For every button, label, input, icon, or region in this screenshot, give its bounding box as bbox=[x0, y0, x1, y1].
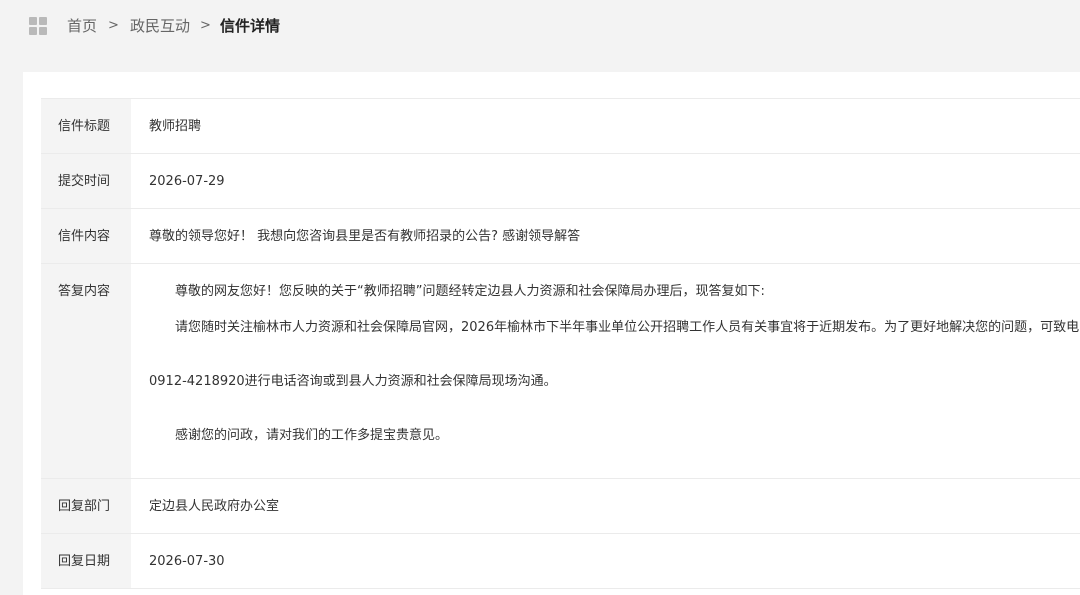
letter-content-value: 尊敬的领导您好！ 我想向您咨询县里是否有教师招录的公告? 感谢领导解答 bbox=[149, 229, 581, 244]
letter-content-row: 信件内容 尊敬的领导您好！ 我想向您咨询县里是否有教师招录的公告? 感谢领导解答 bbox=[41, 209, 1080, 264]
reply-paragraph: 0912-4218920进行电话咨询或到县人力资源和社会保障局现场沟通。 bbox=[149, 374, 557, 389]
letter-title-label: 信件标题 bbox=[41, 99, 131, 153]
breadcrumb-separator: > bbox=[200, 18, 211, 33]
breadcrumb-home-link[interactable]: 首页 bbox=[67, 16, 97, 36]
reply-date-label: 回复日期 bbox=[41, 534, 131, 588]
reply-date-row: 回复日期 2026-07-30 bbox=[41, 534, 1080, 589]
letter-title-value: 教师招聘 bbox=[149, 119, 202, 134]
reply-content-body: 尊敬的网友您好！您反映的关于“教师招聘”问题经转定边县人力资源和社会保障局办理后… bbox=[131, 264, 1079, 478]
reply-paragraph: 尊敬的网友您好！您反映的关于“教师招聘”问题经转定边县人力资源和社会保障局办理后… bbox=[175, 284, 765, 299]
breadcrumb: 首页 > 政民互动 > 信件详情 bbox=[0, 0, 1080, 52]
letter-content-label: 信件内容 bbox=[41, 209, 131, 263]
submit-time-row: 提交时间 2026-07-29 bbox=[41, 154, 1080, 209]
reply-date-value: 2026-07-30 bbox=[149, 554, 225, 569]
grid-icon bbox=[29, 17, 47, 35]
submit-time-value: 2026-07-29 bbox=[149, 174, 225, 189]
reply-paragraph: 请您随时关注榆林市人力资源和社会保障局官网，2026年榆林市下半年事业单位公开招… bbox=[175, 320, 1080, 335]
breadcrumb-current-page: 信件详情 bbox=[220, 17, 281, 35]
letter-title-row: 信件标题 教师招聘 bbox=[41, 99, 1080, 154]
reply-content-label: 答复内容 bbox=[41, 264, 131, 478]
letter-detail-table: 信件标题 教师招聘 提交时间 2026-07-29 信件内容 尊敬的领导您好！ … bbox=[41, 98, 1080, 589]
reply-content-row: 答复内容 尊敬的网友您好！您反映的关于“教师招聘”问题经转定边县人力资源和社会保… bbox=[41, 264, 1080, 479]
reply-dept-label: 回复部门 bbox=[41, 479, 131, 533]
reply-dept-value: 定边县人民政府办公室 bbox=[149, 499, 280, 514]
submit-time-label: 提交时间 bbox=[41, 154, 131, 208]
breadcrumb-separator: > bbox=[108, 18, 119, 33]
reply-dept-row: 回复部门 定边县人民政府办公室 bbox=[41, 479, 1080, 534]
reply-paragraph: 感谢您的问政，请对我们的工作多提宝贵意见。 bbox=[175, 428, 449, 443]
breadcrumb-section-link[interactable]: 政民互动 bbox=[130, 16, 190, 36]
